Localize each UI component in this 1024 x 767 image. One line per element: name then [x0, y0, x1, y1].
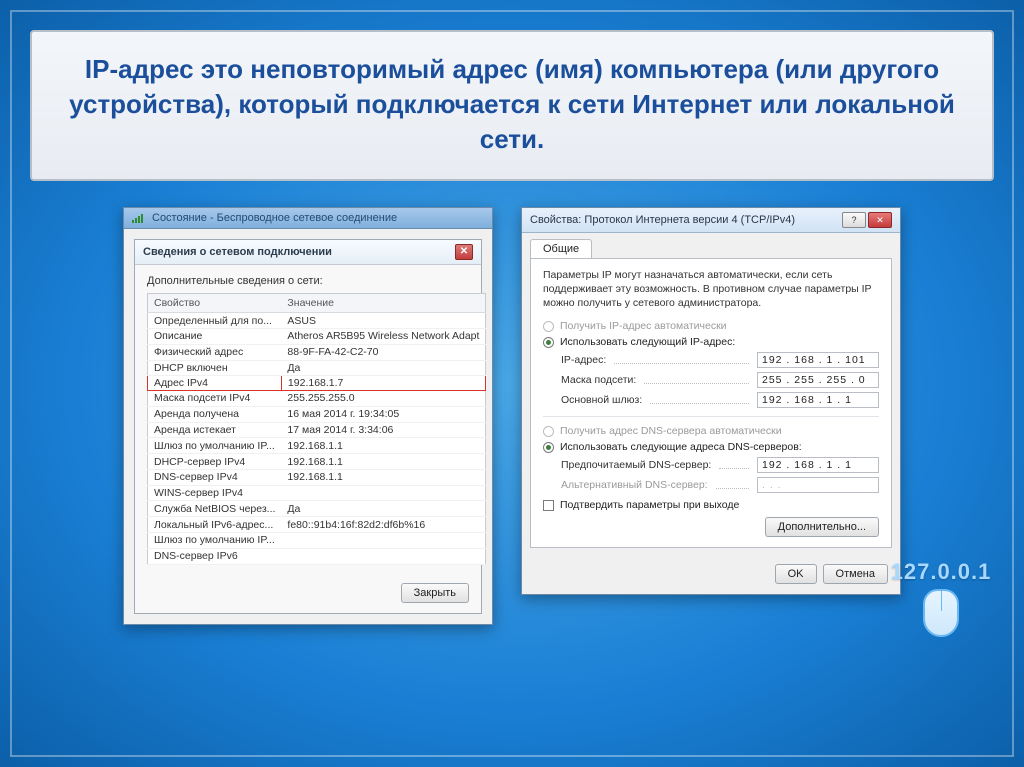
- col-property: Свойство: [148, 294, 282, 313]
- label-mask: Маска подсети:: [561, 374, 636, 386]
- decorative-ip-graphic: 127.0.0.1: [876, 559, 1006, 637]
- value-cell: ASUS: [281, 313, 486, 329]
- label-dns-primary: Предпочитаемый DNS-сервер:: [561, 459, 711, 471]
- parent-window-titlebar: Состояние - Беспроводное сетевое соедине…: [124, 208, 492, 229]
- value-cell: 255.255.255.0: [281, 391, 486, 407]
- table-row: Шлюз по умолчанию IP...192.168.1.1: [148, 438, 486, 454]
- property-cell: Описание: [148, 329, 282, 345]
- parent-window-title: Состояние - Беспроводное сетевое соедине…: [152, 212, 397, 224]
- col-value: Значение: [281, 294, 486, 313]
- radio-icon: [543, 337, 554, 348]
- property-cell: Маска подсети IPv4: [148, 391, 282, 407]
- checkbox-icon: [543, 500, 554, 511]
- property-cell: Аренда истекает: [148, 422, 282, 438]
- mouse-icon: [923, 589, 959, 637]
- radio-obtain-ip-auto[interactable]: Получить IP-адрес автоматически: [543, 320, 879, 332]
- value-cell: 88-9F-FA-42-C2-70: [281, 344, 486, 360]
- value-cell: Да: [281, 360, 486, 376]
- value-cell: [281, 548, 486, 564]
- table-row: Локальный IPv6-адрес...fe80::91b4:16f:82…: [148, 517, 486, 533]
- value-cell: 192.168.1.1: [281, 454, 486, 470]
- radio-icon: [543, 426, 554, 437]
- checkbox-label: Подтвердить параметры при выходе: [560, 499, 739, 511]
- value-cell: 192.168.1.1: [281, 469, 486, 485]
- table-row: DHCP-сервер IPv4192.168.1.1: [148, 454, 486, 470]
- property-cell: DNS-сервер IPv4: [148, 469, 282, 485]
- ip-address-input[interactable]: 192 . 168 . 1 . 101: [757, 352, 879, 368]
- slide-title: IP-адрес это неповторимый адрес (имя) ко…: [30, 30, 994, 181]
- label-gateway: Основной шлюз:: [561, 394, 642, 406]
- tab-general[interactable]: Общие: [530, 239, 592, 258]
- label-dns-alt: Альтернативный DNS-сервер:: [561, 479, 708, 491]
- table-row: DNS-сервер IPv6: [148, 548, 486, 564]
- property-cell: Шлюз по умолчанию IP...: [148, 438, 282, 454]
- property-cell: WINS-сервер IPv4: [148, 485, 282, 501]
- table-row: Шлюз по умолчанию IP...: [148, 533, 486, 549]
- details-caption: Дополнительные сведения о сети:: [147, 275, 469, 287]
- property-cell: Служба NetBIOS через...: [148, 501, 282, 517]
- table-row: Маска подсети IPv4255.255.255.0: [148, 391, 486, 407]
- help-icon[interactable]: ?: [842, 212, 866, 228]
- table-row: Адрес IPv4192.168.1.7: [148, 376, 486, 391]
- subnet-mask-input[interactable]: 255 . 255 . 255 . 0: [757, 372, 879, 388]
- property-cell: Локальный IPv6-адрес...: [148, 517, 282, 533]
- property-cell: DHCP-сервер IPv4: [148, 454, 282, 470]
- radio-icon: [543, 442, 554, 453]
- radio-label: Использовать следующие адреса DNS-сервер…: [560, 441, 802, 453]
- table-row: Аренда получена16 мая 2014 г. 19:34:05: [148, 406, 486, 422]
- radio-label: Получить адрес DNS-сервера автоматически: [560, 425, 782, 437]
- property-cell: DNS-сервер IPv6: [148, 548, 282, 564]
- table-row: Определенный для по...ASUS: [148, 313, 486, 329]
- table-row: Служба NetBIOS через...Да: [148, 501, 486, 517]
- value-cell: [281, 485, 486, 501]
- value-cell: fe80::91b4:16f:82d2:df6b%16: [281, 517, 486, 533]
- network-status-window: Состояние - Беспроводное сетевое соедине…: [123, 207, 493, 624]
- property-cell: DHCP включен: [148, 360, 282, 376]
- window-title: Свойства: Протокол Интернета версии 4 (T…: [530, 214, 795, 226]
- dns-primary-input[interactable]: 192 . 168 . 1 . 1: [757, 457, 879, 473]
- value-cell: Atheros AR5B95 Wireless Network Adapt: [281, 329, 486, 345]
- table-row: Физический адрес88-9F-FA-42-C2-70: [148, 344, 486, 360]
- dns-alt-input[interactable]: . . .: [757, 477, 879, 493]
- property-cell: Аренда получена: [148, 406, 282, 422]
- radio-obtain-dns-auto[interactable]: Получить адрес DNS-сервера автоматически: [543, 425, 879, 437]
- network-details-table: Свойство Значение Определенный для по...…: [147, 293, 486, 564]
- decorative-ip-text: 127.0.0.1: [876, 559, 1006, 585]
- table-row: DNS-сервер IPv4192.168.1.1: [148, 469, 486, 485]
- ok-button[interactable]: OK: [775, 564, 817, 584]
- tcpip-properties-window: Свойства: Протокол Интернета версии 4 (T…: [521, 207, 901, 595]
- value-cell: 192.168.1.7: [281, 376, 486, 391]
- description-text: Параметры IP могут назначаться автоматич…: [543, 269, 879, 310]
- radio-label: Использовать следующий IP-адрес:: [560, 336, 735, 348]
- table-row: WINS-сервер IPv4: [148, 485, 486, 501]
- value-cell: [281, 533, 486, 549]
- validate-on-exit-checkbox[interactable]: Подтвердить параметры при выходе: [543, 499, 879, 511]
- label-ip: IP-адрес:: [561, 354, 606, 366]
- dialog-title: Сведения о сетевом подключении: [143, 246, 332, 258]
- close-button[interactable]: Закрыть: [401, 583, 469, 603]
- value-cell: Да: [281, 501, 486, 517]
- wifi-signal-icon: [132, 213, 146, 223]
- close-icon[interactable]: ✕: [455, 244, 473, 260]
- close-icon[interactable]: ✕: [868, 212, 892, 228]
- table-row: ОписаниеAtheros AR5B95 Wireless Network …: [148, 329, 486, 345]
- radio-icon: [543, 321, 554, 332]
- gateway-input[interactable]: 192 . 168 . 1 . 1: [757, 392, 879, 408]
- radio-use-following-ip[interactable]: Использовать следующий IP-адрес:: [543, 336, 879, 348]
- value-cell: 16 мая 2014 г. 19:34:05: [281, 406, 486, 422]
- value-cell: 17 мая 2014 г. 3:34:06: [281, 422, 486, 438]
- value-cell: 192.168.1.1: [281, 438, 486, 454]
- table-row: Аренда истекает17 мая 2014 г. 3:34:06: [148, 422, 486, 438]
- property-cell: Определенный для по...: [148, 313, 282, 329]
- radio-label: Получить IP-адрес автоматически: [560, 320, 727, 332]
- property-cell: Физический адрес: [148, 344, 282, 360]
- property-cell: Адрес IPv4: [148, 376, 282, 391]
- advanced-button[interactable]: Дополнительно...: [765, 517, 879, 537]
- radio-use-following-dns[interactable]: Использовать следующие адреса DNS-сервер…: [543, 441, 879, 453]
- table-row: DHCP включенДа: [148, 360, 486, 376]
- property-cell: Шлюз по умолчанию IP...: [148, 533, 282, 549]
